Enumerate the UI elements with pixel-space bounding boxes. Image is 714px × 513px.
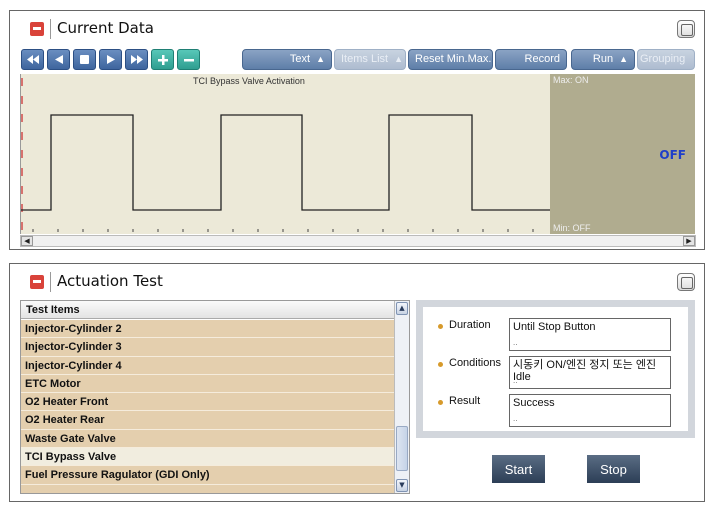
current-data-panel: Current Data Text ▲︎ Items List ▲︎ Reset… xyxy=(9,10,705,250)
conditions-label: Conditions xyxy=(449,357,501,369)
scroll-left-icon[interactable]: ◀︎ xyxy=(21,236,33,246)
stop-button[interactable]: Stop xyxy=(587,455,640,483)
result-field: Success.. xyxy=(509,394,671,427)
minus-icon xyxy=(183,58,194,61)
run-dropdown[interactable]: Run ▲︎ xyxy=(571,49,635,70)
maximize-icon[interactable] xyxy=(677,20,695,38)
list-item[interactable]: ETC Motor xyxy=(21,374,395,394)
scroll-up-icon[interactable]: ▲︎ xyxy=(396,302,408,315)
value-display: Max: ON OFF Min: OFF xyxy=(550,74,695,234)
graph-toolbar: Text ▲︎ Items List ▲︎ Reset Min.Max. Recor… xyxy=(21,49,704,71)
max-label: Max: ON xyxy=(553,75,589,85)
step-back-icon xyxy=(54,55,63,64)
list-item-empty xyxy=(21,484,395,493)
header-divider xyxy=(50,272,51,292)
dropdown-arrow-icon: ▲︎ xyxy=(619,54,628,64)
graph-title: TCI Bypass Valve Activation xyxy=(193,76,305,86)
test-info-box: Duration Until Stop Button.. Conditions … xyxy=(416,300,695,438)
conditions-field: 시동키 ON/엔진 정지 또는 엔진 Idle.. xyxy=(509,356,671,389)
record-label: Record xyxy=(524,53,560,65)
run-label: Run xyxy=(592,53,614,65)
header-divider xyxy=(50,19,51,39)
panel-title: Current Data xyxy=(57,19,154,37)
play-icon xyxy=(106,55,115,64)
duration-value: Until Stop Button xyxy=(513,321,596,333)
list-item[interactable]: O2 Heater Rear xyxy=(21,411,395,430)
panel-title: Actuation Test xyxy=(57,272,163,290)
current-value: OFF xyxy=(659,148,686,162)
play-button[interactable] xyxy=(99,49,122,70)
list-item[interactable]: Injector-Cylinder 4 xyxy=(21,356,395,375)
rewind-icon xyxy=(26,55,39,64)
reset-label: Reset Min.Max. xyxy=(415,53,492,65)
bullet-icon xyxy=(438,362,443,367)
grouping-label: Grouping xyxy=(640,53,686,65)
zoom-out-button[interactable] xyxy=(177,49,200,70)
ellipsis-icon: .. xyxy=(513,414,518,423)
test-info-inner: Duration Until Stop Button.. Conditions … xyxy=(423,307,688,431)
items-list-dropdown[interactable]: Items List ▲︎ xyxy=(334,49,406,70)
list-body: Injector-Cylinder 2 Injector-Cylinder 3 In… xyxy=(21,320,395,493)
zoom-in-button[interactable] xyxy=(151,49,174,70)
fast-forward-icon xyxy=(130,55,143,64)
ellipsis-icon: .. xyxy=(513,338,518,347)
reset-min-max-button[interactable]: Reset Min.Max. xyxy=(408,49,493,70)
dropdown-arrow-icon: ▲︎ xyxy=(394,54,403,64)
signal-line xyxy=(21,114,551,211)
step-back-button[interactable] xyxy=(47,49,70,70)
list-item[interactable]: Fuel Pressure Ragulator (GDI Only) xyxy=(21,466,395,485)
fast-forward-button[interactable] xyxy=(125,49,148,70)
list-header: Test Items xyxy=(21,301,395,319)
dropdown-arrow-icon: ▲︎ xyxy=(316,54,325,64)
stop-icon xyxy=(80,55,89,64)
vertical-scrollbar[interactable]: ▲︎ ▼︎ xyxy=(394,301,409,493)
list-item[interactable]: O2 Heater Front xyxy=(21,393,395,412)
bullet-icon xyxy=(438,400,443,405)
list-item[interactable]: TCI Bypass Valve xyxy=(21,448,395,467)
start-button[interactable]: Start xyxy=(492,455,545,483)
collapse-icon[interactable] xyxy=(30,275,44,289)
grouping-button[interactable]: Grouping xyxy=(637,49,695,70)
bullet-icon xyxy=(438,324,443,329)
ellipsis-icon: .. xyxy=(513,376,518,385)
text-dropdown[interactable]: Text ▲︎ xyxy=(242,49,332,70)
test-items-list: Test Items Injector-Cylinder 2 Injector-C… xyxy=(20,300,410,494)
signal-graph: TCI Bypass Valve Activation xyxy=(20,74,551,234)
list-item[interactable]: Waste Gate Valve xyxy=(21,429,395,449)
scroll-thumb[interactable] xyxy=(396,426,408,471)
stop-playback-button[interactable] xyxy=(73,49,96,70)
current-data-header: Current Data xyxy=(10,11,704,43)
duration-field: Until Stop Button.. xyxy=(509,318,671,351)
conditions-value: 시동키 ON/엔진 정지 또는 엔진 Idle xyxy=(513,359,657,383)
items-list-label: Items List xyxy=(341,53,389,65)
list-item[interactable]: Injector-Cylinder 2 xyxy=(21,320,395,339)
actuation-header: Actuation Test xyxy=(10,264,704,296)
plus-icon xyxy=(157,54,168,65)
scroll-down-icon[interactable]: ▼︎ xyxy=(396,479,408,492)
scroll-right-icon[interactable]: ▶︎ xyxy=(683,236,695,246)
actuation-test-panel: Actuation Test Test Items Injector-Cylin… xyxy=(9,263,705,502)
result-value: Success xyxy=(513,397,555,409)
result-label: Result xyxy=(449,395,481,407)
signal-waveform xyxy=(21,78,551,232)
record-button[interactable]: Record xyxy=(495,49,567,70)
min-label: Min: OFF xyxy=(553,223,591,233)
maximize-icon[interactable] xyxy=(677,273,695,291)
horizontal-scrollbar[interactable]: ◀︎ ▶︎ xyxy=(20,235,696,247)
collapse-icon[interactable] xyxy=(30,22,44,36)
list-item[interactable]: Injector-Cylinder 3 xyxy=(21,338,395,357)
text-dropdown-label: Text xyxy=(289,53,311,65)
rewind-button[interactable] xyxy=(21,49,44,70)
duration-label: Duration xyxy=(449,319,491,331)
